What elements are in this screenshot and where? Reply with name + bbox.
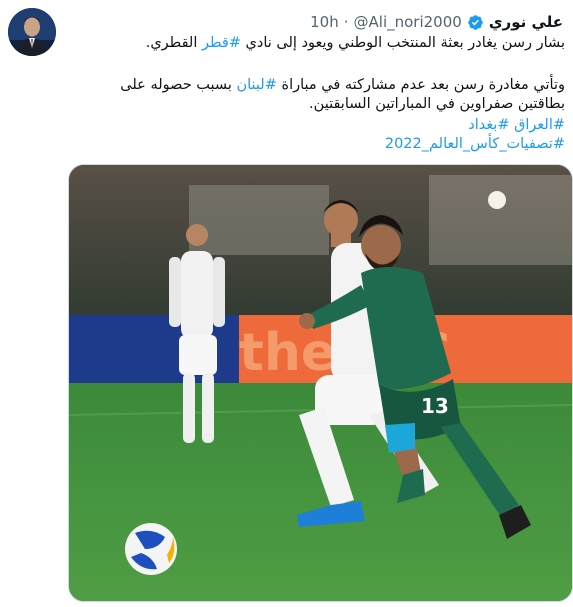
tweet-text-line: بشار رسن يغادر بعثة المنتخب الوطني ويعود… [146,34,565,53]
hashtag-link[interactable]: #بغداد [468,117,509,133]
tweet-text-line: #تصفيات_كأس_العالم_2022 [385,135,565,154]
tweet-text-segment: القطري. [145,35,202,51]
hashtag-link[interactable]: #العراق [514,117,565,133]
tweet-text-segment: بشار رسن يغادر بعثة المنتخب الوطني ويعود… [240,35,565,51]
tweet-text-segment: بسبب حصوله على [120,77,237,93]
football-match-photo: theAFC [69,165,572,601]
tweet-text-line: #العراق #بغداد [468,116,565,135]
tweet-text-segment: بطاقتين صفراوين في المباراتين السابقتين. [309,96,565,112]
hashtag-link[interactable]: #قطر [202,35,241,51]
hashtag-link[interactable]: #تصفيات_كأس_العالم_2022 [385,136,565,152]
tweet[interactable]: 10h · @Ali_nori2000 علي نوري بشار رسن يغ… [0,0,573,607]
tweet-media-image[interactable]: theAFC [68,164,573,602]
tweet-text-line: وتأتي مغادرة رسن بعد عدم مشاركته في مبار… [120,76,565,95]
hashtag-link[interactable]: #لبنان [236,77,276,93]
tweet-text-segment: وتأتي مغادرة رسن بعد عدم مشاركته في مبار… [276,77,565,93]
football [125,523,177,575]
user-avatar-icon [8,8,56,56]
jersey-number: 13 [421,394,449,418]
tweet-text: بشار رسن يغادر بعثة المنتخب الوطني ويعود… [66,0,565,160]
author-avatar[interactable] [8,8,56,56]
tweet-text-line: بطاقتين صفراوين في المباراتين السابقتين. [309,95,565,114]
